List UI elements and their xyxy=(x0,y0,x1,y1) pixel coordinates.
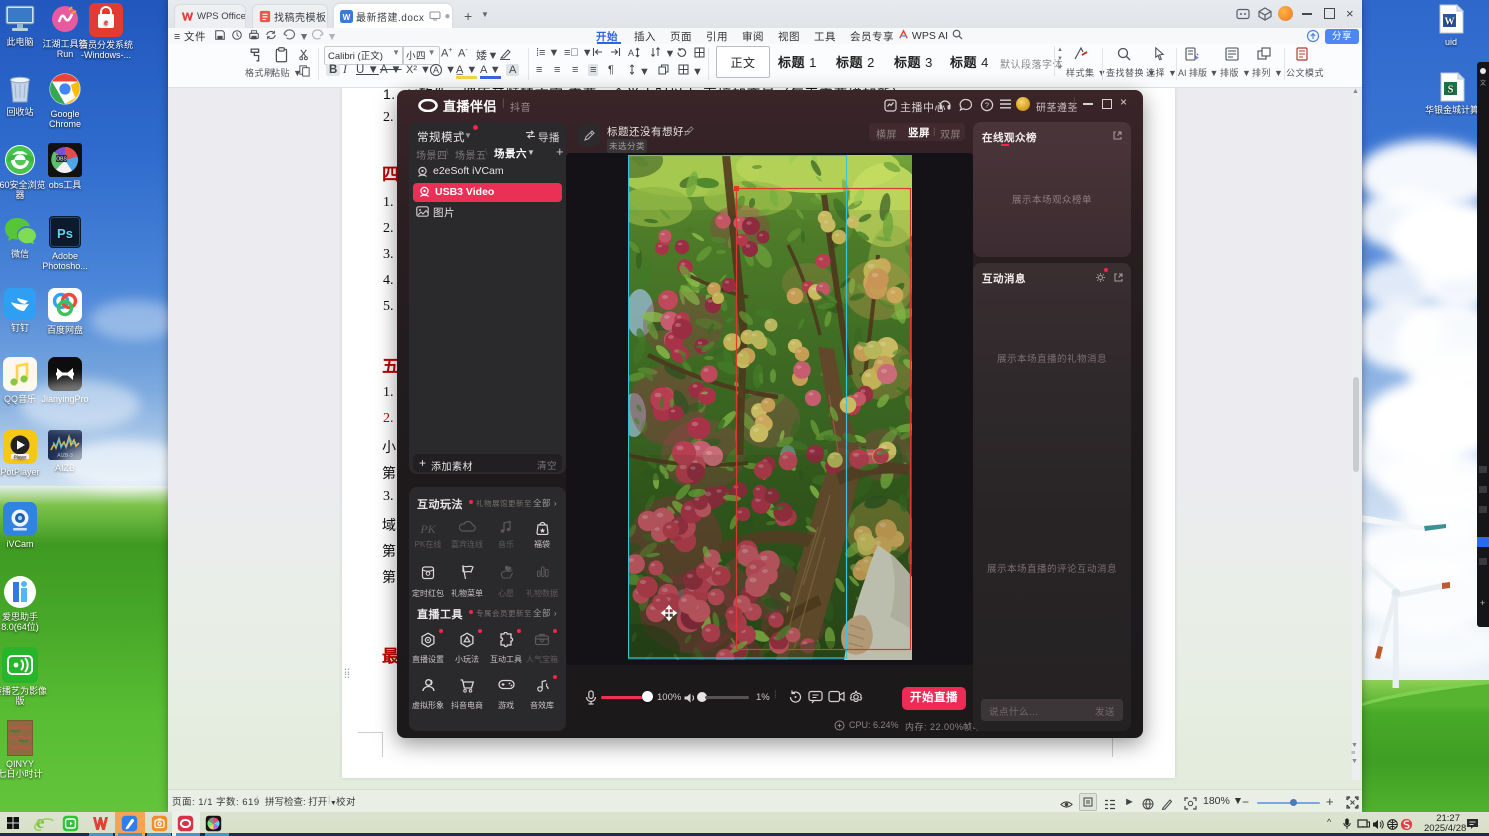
svg-text:W: W xyxy=(343,12,351,21)
svg-text:A: A xyxy=(628,48,634,58)
svg-text:S: S xyxy=(1448,85,1454,96)
svg-text:W: W xyxy=(1445,17,1455,28)
svg-text:?: ? xyxy=(985,101,989,110)
svg-text:Player: Player xyxy=(14,455,27,460)
svg-text:Ps: Ps xyxy=(57,226,73,241)
svg-text:OBS: OBS xyxy=(56,157,67,163)
svg-text:e: e xyxy=(104,17,108,27)
